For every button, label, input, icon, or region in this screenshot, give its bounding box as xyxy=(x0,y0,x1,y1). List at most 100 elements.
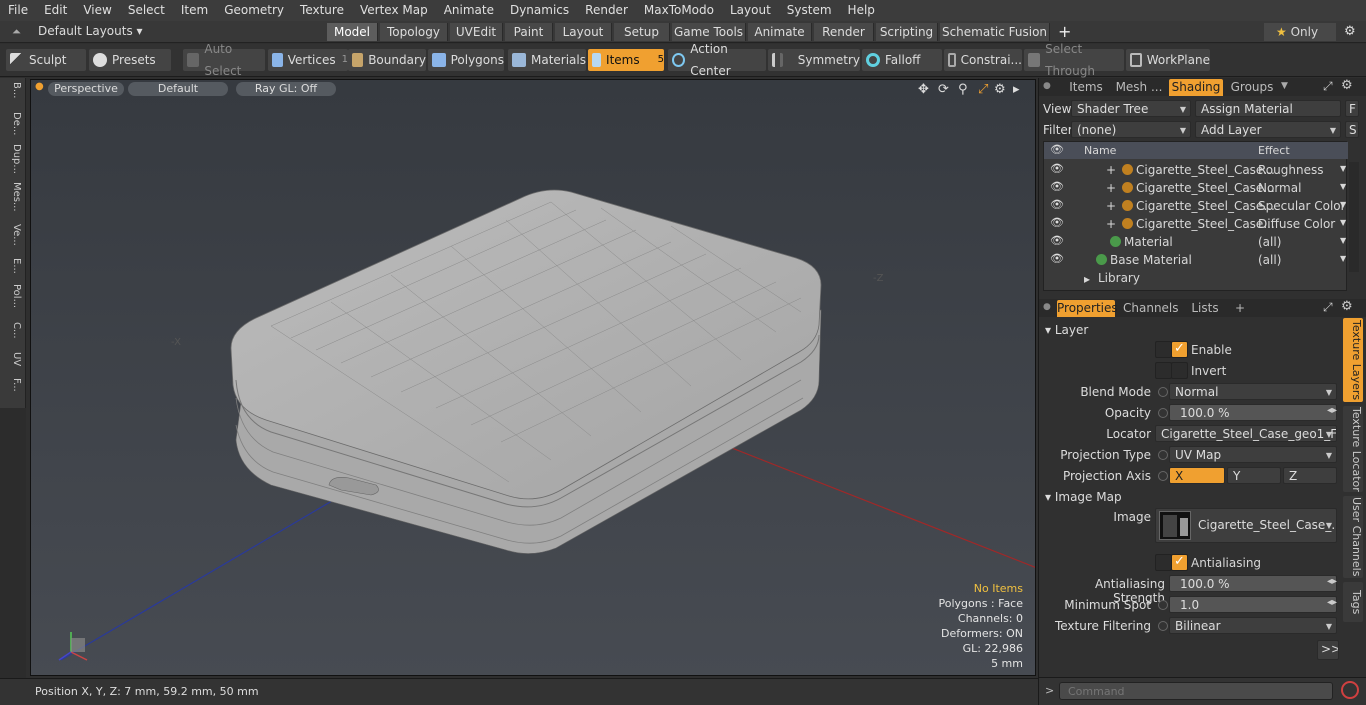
left-tab-2[interactable]: Dup... xyxy=(4,144,22,174)
tabs-dropdown-icon[interactable]: ▼ xyxy=(1281,81,1288,91)
opacity-slider-icon[interactable]: ◂▸ xyxy=(1327,405,1337,416)
tab-items[interactable]: Items xyxy=(1061,79,1111,96)
tab-lists[interactable]: Lists xyxy=(1183,300,1227,317)
effect-dropdown-icon[interactable]: ▼ xyxy=(1340,164,1346,173)
shader-tree-row[interactable]: ▸ Library xyxy=(1044,269,1348,287)
axis-y-button[interactable]: Y xyxy=(1227,467,1281,484)
select-through-button[interactable]: Select Through xyxy=(1024,42,1124,78)
add-tab-button[interactable]: + xyxy=(1233,300,1247,317)
aa-strength-slider-icon[interactable]: ◂▸ xyxy=(1327,576,1337,587)
effect-dropdown-icon[interactable]: ▼ xyxy=(1340,182,1346,191)
fit-view-icon[interactable]: ⤢ xyxy=(978,82,988,97)
expand-plus-icon[interactable]: + xyxy=(1106,181,1116,195)
menu-vertex-map[interactable]: Vertex Map xyxy=(352,0,436,21)
minimum-spot-slider-icon[interactable]: ◂▸ xyxy=(1327,597,1337,608)
menu-help[interactable]: Help xyxy=(840,0,883,21)
panel-expand-icon[interactable]: ⤢ xyxy=(1323,79,1333,94)
opacity-dot[interactable] xyxy=(1158,408,1168,418)
falloff-button[interactable]: Falloff xyxy=(862,49,942,71)
side-tab-tags[interactable]: Tags xyxy=(1343,582,1363,622)
layout-tab-model[interactable]: Model xyxy=(327,23,378,41)
left-tab-5[interactable]: E... xyxy=(4,258,22,274)
layout-tab-topology[interactable]: Topology xyxy=(380,23,448,41)
left-tab-0[interactable]: B... xyxy=(4,82,22,98)
shader-tree-row[interactable]: 👁 + Cigarette_Steel_Case... Normal ▼ xyxy=(1044,179,1348,197)
opacity-field[interactable]: 100.0 % xyxy=(1169,404,1337,421)
symmetry-button[interactable]: Symmetry xyxy=(768,49,860,71)
viewport-gear-icon[interactable]: ⚙ xyxy=(994,82,1006,97)
menu-dynamics[interactable]: Dynamics xyxy=(502,0,577,21)
axis-z-button[interactable]: Z xyxy=(1283,467,1337,484)
visibility-eye-icon[interactable]: 👁 xyxy=(1050,217,1064,229)
tab-properties[interactable]: Properties xyxy=(1057,300,1118,317)
left-tab-8[interactable]: UV xyxy=(4,352,22,366)
constraints-button[interactable]: Constrai... xyxy=(944,49,1022,71)
layout-tab-paint[interactable]: Paint xyxy=(505,23,553,41)
layout-tab-setup[interactable]: Setup xyxy=(614,23,670,41)
image-map-section-header[interactable]: ▾ Image Map xyxy=(1045,490,1122,504)
effect-dropdown-icon[interactable]: ▼ xyxy=(1340,200,1346,209)
effect-dropdown-icon[interactable]: ▼ xyxy=(1340,218,1346,227)
add-layer-dropdown[interactable]: Add Layer xyxy=(1195,121,1341,138)
workplane-button[interactable]: WorkPlane xyxy=(1126,49,1210,71)
left-tab-4[interactable]: Ve... xyxy=(4,224,22,246)
axis-x-button[interactable]: X xyxy=(1169,467,1225,484)
panel-gear-icon[interactable]: ⚙ xyxy=(1341,78,1353,93)
projection-axis-dot[interactable] xyxy=(1158,471,1168,481)
shader-row-effect[interactable]: Normal xyxy=(1258,181,1301,195)
shader-row-effect[interactable]: Diffuse Color xyxy=(1258,217,1335,231)
perspective-button[interactable]: Perspective xyxy=(48,82,124,96)
only-toggle[interactable]: ★ Only xyxy=(1264,23,1336,41)
f-button[interactable]: F xyxy=(1345,100,1359,117)
texture-filtering-dropdown[interactable]: Bilinear xyxy=(1169,617,1337,634)
default-shading-button[interactable]: Default xyxy=(128,82,228,96)
more-button[interactable]: >> xyxy=(1317,640,1339,660)
visibility-eye-icon[interactable]: 👁 xyxy=(1050,163,1064,175)
polygons-button[interactable]: Polygons xyxy=(428,49,504,71)
left-tab-6[interactable]: Pol... xyxy=(4,284,22,308)
shader-tree-row[interactable]: 👁 Material (all) ▼ xyxy=(1044,233,1348,251)
visibility-eye-icon[interactable]: 👁 xyxy=(1050,199,1064,211)
materials-button[interactable]: Materials xyxy=(508,49,586,71)
raygl-button[interactable]: Ray GL: Off xyxy=(236,82,336,96)
shader-row-effect[interactable]: (all) xyxy=(1258,253,1281,267)
sculpt-button[interactable]: Sculpt xyxy=(6,49,86,71)
menu-select[interactable]: Select xyxy=(120,0,173,21)
texture-filtering-dot[interactable] xyxy=(1158,621,1168,631)
panel2-gear-icon[interactable]: ⚙ xyxy=(1341,299,1353,314)
shader-row-effect[interactable]: Specular Color xyxy=(1258,199,1346,213)
side-tab-texture-locator[interactable]: Texture Locator xyxy=(1343,406,1363,492)
shader-tree-row[interactable]: 👁 + Cigarette_Steel_Case... Diffuse Color ▼ xyxy=(1044,215,1348,233)
visibility-eye-icon[interactable]: 👁 xyxy=(1050,253,1064,265)
default-layouts-dropdown[interactable]: Default Layouts ▾ xyxy=(38,24,143,38)
antialiasing-checkbox[interactable] xyxy=(1171,554,1188,571)
left-tab-3[interactable]: Mes... xyxy=(4,182,22,212)
expand-plus-icon[interactable]: + xyxy=(1106,199,1116,213)
menu-texture[interactable]: Texture xyxy=(292,0,352,21)
3d-viewport[interactable]: -X -Z ● Perspective Default Ray GL: Off … xyxy=(30,79,1036,676)
menu-layout[interactable]: Layout xyxy=(722,0,779,21)
menu-animate[interactable]: Animate xyxy=(436,0,502,21)
rotate-view-icon[interactable]: ⟳ xyxy=(938,82,949,97)
side-tab-user-channels[interactable]: User Channels xyxy=(1343,496,1363,578)
expand-plus-icon[interactable]: + xyxy=(1106,163,1116,177)
locator-dropdown[interactable]: Cigarette_Steel_Case_geo1_Fr... xyxy=(1155,425,1337,442)
layout-tab-schematic-fusion[interactable]: Schematic Fusion xyxy=(940,23,1050,41)
menu-edit[interactable]: Edit xyxy=(36,0,75,21)
menu-maxtomodo[interactable]: MaxToModo xyxy=(636,0,722,21)
minimum-spot-field[interactable]: 1.0 xyxy=(1169,596,1337,613)
tab-channels[interactable]: Channels xyxy=(1123,300,1179,317)
minimum-spot-dot[interactable] xyxy=(1158,600,1168,610)
layout-tab-render[interactable]: Render xyxy=(814,23,874,41)
assign-material-button[interactable]: Assign Material xyxy=(1195,100,1341,117)
filter-dropdown[interactable]: (none) xyxy=(1071,121,1191,138)
panel2-expand-icon[interactable]: ⤢ xyxy=(1323,300,1333,315)
auto-select-button[interactable]: Auto Select xyxy=(183,42,265,78)
shader-row-effect[interactable]: Roughness xyxy=(1258,163,1323,177)
blend-mode-dot[interactable] xyxy=(1158,387,1168,397)
left-tab-9[interactable]: F... xyxy=(4,378,22,392)
tab-mesh[interactable]: Mesh ... xyxy=(1113,79,1165,96)
command-input[interactable] xyxy=(1059,682,1333,700)
visibility-eye-icon[interactable]: 👁 xyxy=(1050,235,1064,247)
tab-shading[interactable]: Shading xyxy=(1169,79,1223,96)
